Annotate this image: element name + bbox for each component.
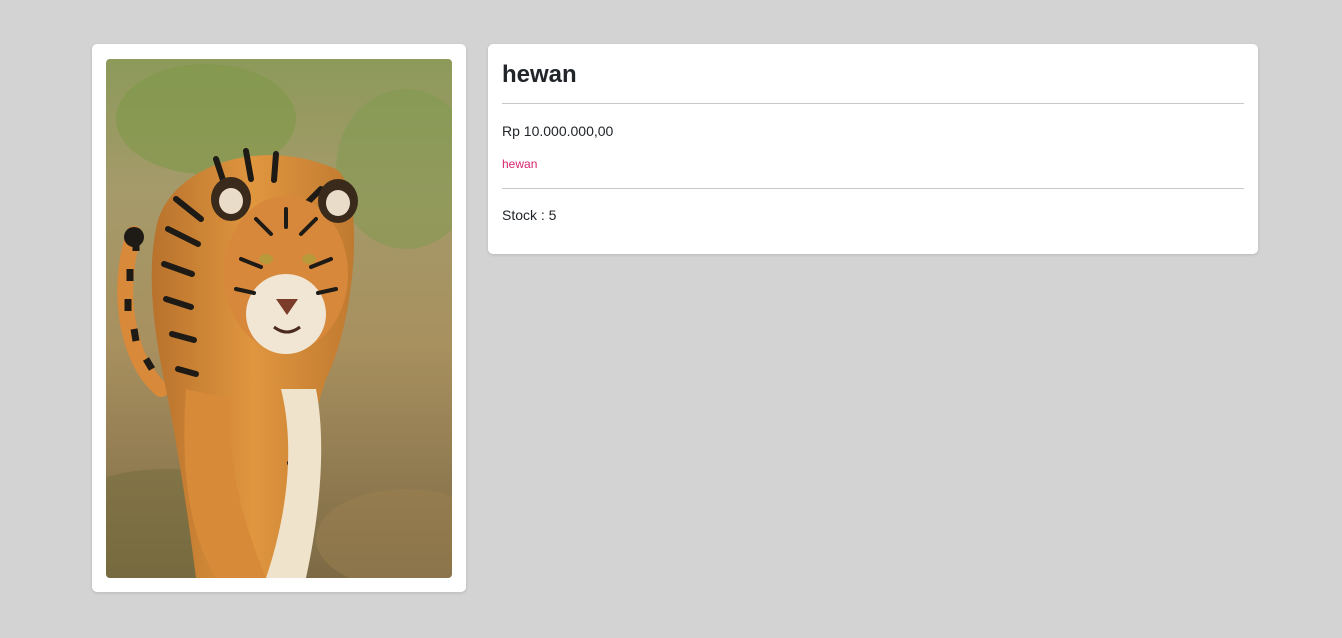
tiger-photo: [106, 59, 452, 578]
product-detail-page: hewan Rp 10.000.000,00 hewan Stock : 5: [0, 0, 1342, 638]
divider: [502, 188, 1244, 189]
product-title: hewan: [502, 61, 577, 88]
product-image-card: [92, 44, 466, 592]
product-category-link[interactable]: hewan: [502, 156, 537, 172]
product-price: Rp 10.000.000,00: [502, 123, 614, 139]
divider: [502, 103, 1244, 104]
product-image: [106, 59, 452, 578]
product-info-card: hewan Rp 10.000.000,00 hewan Stock : 5: [488, 44, 1258, 254]
product-stock: Stock : 5: [502, 207, 557, 223]
